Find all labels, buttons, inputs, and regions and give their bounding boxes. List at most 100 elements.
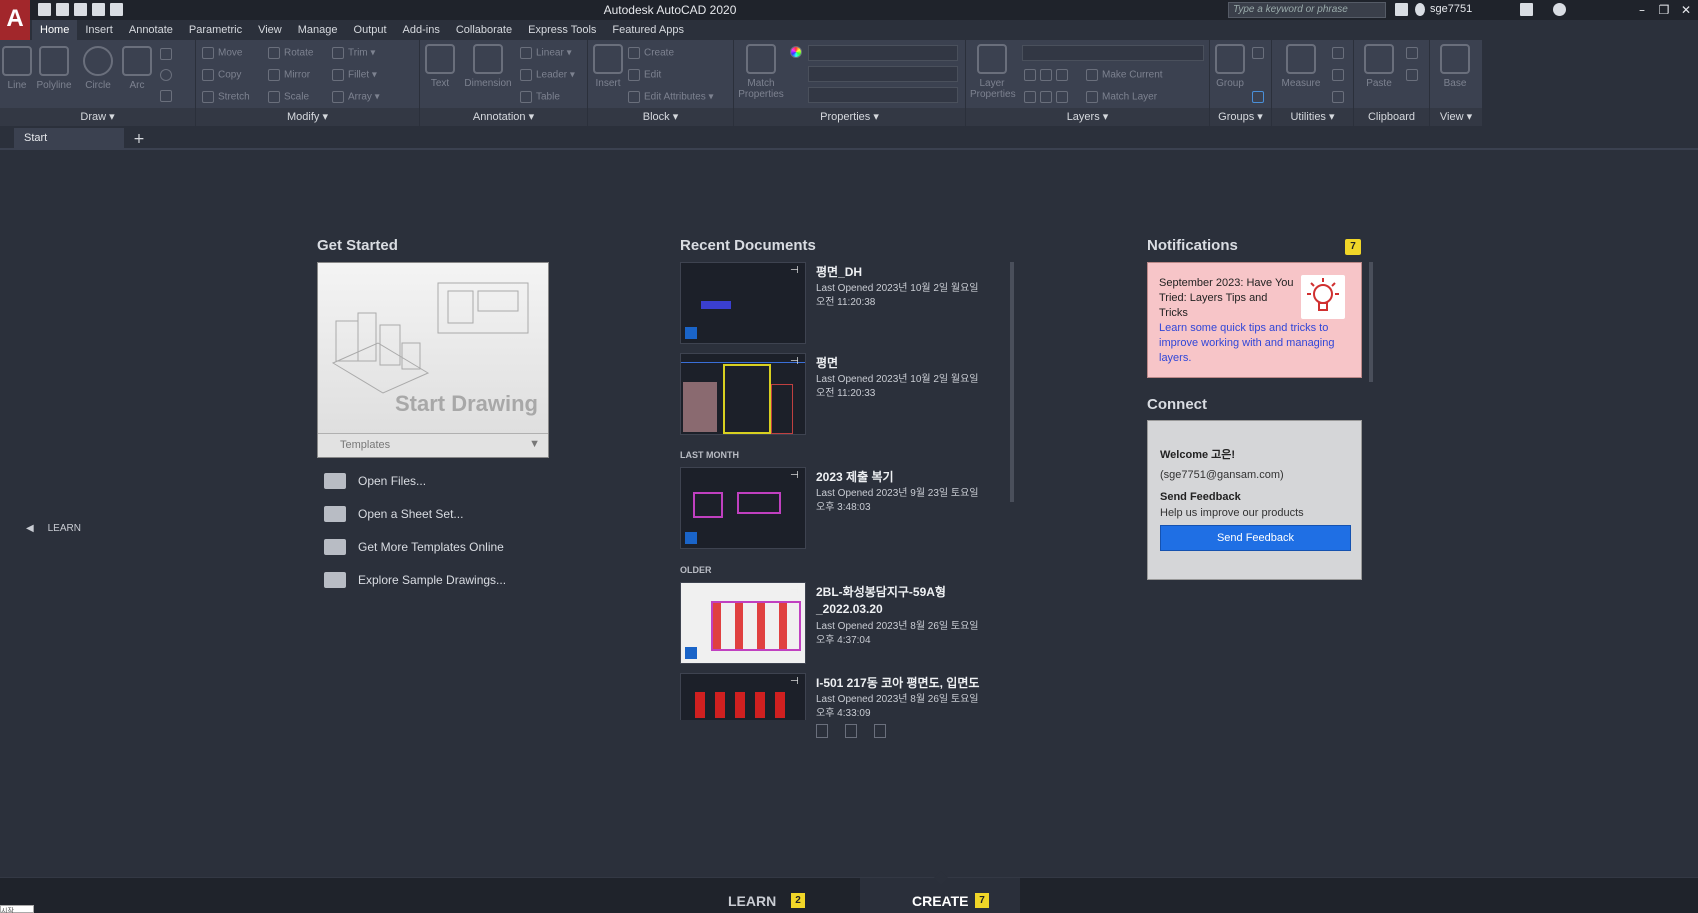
fillet-tool[interactable]: Fillet ▾ [332, 69, 377, 81]
new-tab-button[interactable]: + [130, 130, 148, 148]
edit-block-tool[interactable]: Edit [628, 69, 661, 81]
ellipse-tool[interactable] [160, 69, 176, 81]
tab-view[interactable]: View [250, 20, 290, 40]
user-name[interactable]: sge7751 [1430, 3, 1472, 15]
rectangle-tool[interactable] [160, 48, 176, 60]
pin-icon[interactable]: ⊣ [790, 265, 799, 276]
match-layer-tool[interactable]: Match Layer [1086, 91, 1157, 103]
get-templates-link[interactable]: Get More Templates Online [324, 537, 504, 557]
create-block-tool[interactable]: Create [628, 47, 674, 59]
send-feedback-button[interactable]: Send Feedback [1160, 525, 1351, 551]
measure-tool[interactable]: Measure [1276, 44, 1326, 89]
dimension-tool[interactable]: Dimension [460, 44, 516, 89]
hatch-tool[interactable] [160, 90, 176, 102]
ungroup-tool[interactable] [1252, 47, 1268, 59]
notification-link[interactable]: Learn some quick tips and tricks to impr… [1159, 321, 1359, 366]
leader-tool[interactable]: Leader ▾ [520, 69, 575, 81]
move-tool[interactable]: Move [202, 47, 242, 59]
search-input[interactable]: Type a keyword or phrase [1228, 2, 1386, 18]
layer-off-tool[interactable] [1024, 69, 1072, 81]
tab-output[interactable]: Output [346, 20, 395, 40]
text-tool[interactable]: Text [424, 44, 456, 89]
tab-addins[interactable]: Add-ins [395, 20, 448, 40]
rotate-tool[interactable]: Rotate [268, 47, 313, 59]
tab-manage[interactable]: Manage [290, 20, 346, 40]
compact-view-icon[interactable] [874, 724, 887, 738]
table-tool[interactable]: Table [520, 91, 560, 103]
layer-lock-tool[interactable] [1024, 91, 1072, 103]
select-all-tool[interactable] [1332, 69, 1348, 81]
large-thumbnail-view-icon[interactable] [816, 724, 828, 738]
help-icon[interactable] [1553, 3, 1566, 16]
trim-tool[interactable]: Trim ▾ [332, 47, 375, 59]
edit-attributes-tool[interactable]: Edit Attributes ▾ [628, 91, 714, 103]
array-tool[interactable]: Array ▾ [332, 91, 380, 103]
copy-clip-tool[interactable] [1406, 69, 1422, 81]
panel-title-layers[interactable]: Layers ▾ [966, 108, 1209, 126]
paste-tool[interactable]: Paste [1358, 44, 1400, 89]
make-current-tool[interactable]: Make Current [1086, 69, 1163, 81]
stretch-tool[interactable]: Stretch [202, 91, 250, 103]
panel-title-utilities[interactable]: Utilities ▾ [1272, 108, 1353, 126]
layer-properties-tool[interactable]: Layer Properties [970, 44, 1016, 100]
people-icon[interactable] [1395, 3, 1408, 16]
close-button[interactable]: ✕ [1677, 2, 1695, 18]
insert-tool[interactable]: Insert [592, 44, 624, 89]
tab-home[interactable]: Home [32, 20, 78, 40]
notifications-scrollbar[interactable] [1369, 262, 1373, 382]
group-selection-tool[interactable] [1252, 91, 1268, 103]
panel-title-groups[interactable]: Groups ▾ [1210, 108, 1271, 126]
group-tool[interactable]: Group [1212, 44, 1248, 89]
color-dropdown[interactable] [808, 45, 958, 61]
application-menu-button[interactable]: A [0, 0, 30, 40]
cut-tool[interactable] [1406, 47, 1422, 59]
cart-icon[interactable] [1520, 3, 1533, 16]
minimize-button[interactable]: – [1633, 2, 1651, 18]
panel-title-modify[interactable]: Modify ▾ [196, 108, 419, 126]
pin-icon[interactable]: ⊣ [790, 585, 799, 596]
panel-title-properties[interactable]: Properties ▾ [734, 108, 965, 126]
learn-tab[interactable]: LEARN [728, 893, 776, 909]
sample-drawings-link[interactable]: Explore Sample Drawings... [324, 570, 506, 590]
learn-side-link[interactable]: ◀ LEARN [26, 523, 81, 534]
linear-tool[interactable]: Linear ▾ [520, 47, 572, 59]
notification-item[interactable]: September 2023: Have You Tried: Layers T… [1147, 262, 1362, 378]
tab-express-tools[interactable]: Express Tools [520, 20, 604, 40]
panel-title-draw[interactable]: Draw ▾ [0, 108, 195, 126]
linetype-dropdown[interactable] [808, 87, 958, 103]
panel-title-block[interactable]: Block ▾ [588, 108, 733, 126]
pin-icon[interactable]: ⊣ [790, 356, 799, 367]
scale-tool[interactable]: Scale [268, 91, 309, 103]
start-drawing-card[interactable]: Start Drawing Templates ▼ [317, 262, 549, 458]
lineweight-dropdown[interactable] [808, 66, 958, 82]
restore-button[interactable]: ❐ [1655, 2, 1673, 18]
open-sheet-set-link[interactable]: Open a Sheet Set... [324, 504, 463, 524]
open-files-link[interactable]: Open Files... [324, 471, 426, 491]
panel-title-clipboard[interactable]: Clipboard [1354, 108, 1429, 126]
polyline-tool[interactable]: Polyline [34, 46, 74, 91]
quick-select-tool[interactable] [1332, 47, 1348, 59]
circle-tool[interactable]: Circle [80, 46, 116, 91]
tab-parametric[interactable]: Parametric [181, 20, 250, 40]
recent-scrollbar[interactable] [1010, 262, 1014, 502]
match-properties-tool[interactable]: Match Properties [736, 44, 786, 100]
panel-title-view[interactable]: View ▾ [1430, 108, 1482, 126]
templates-dropdown[interactable]: Templates ▼ [318, 433, 548, 457]
create-tab[interactable]: CREATE [912, 893, 969, 909]
user-icon[interactable] [1415, 3, 1425, 16]
pin-icon[interactable]: ⊣ [790, 470, 799, 481]
tab-featured-apps[interactable]: Featured Apps [604, 20, 692, 40]
tab-start[interactable]: Start [14, 128, 124, 150]
pin-icon[interactable]: ⊣ [790, 676, 799, 687]
line-tool[interactable]: Line [2, 46, 32, 91]
base-view-tool[interactable]: Base [1434, 44, 1476, 89]
mirror-tool[interactable]: Mirror [268, 69, 310, 81]
panel-title-annotation[interactable]: Annotation ▾ [420, 108, 587, 126]
list-view-icon[interactable] [845, 724, 858, 738]
tab-collaborate[interactable]: Collaborate [448, 20, 520, 40]
layer-dropdown[interactable] [1022, 45, 1204, 61]
calculator-tool[interactable] [1332, 91, 1348, 103]
arc-tool[interactable]: Arc [122, 46, 152, 91]
tab-annotate[interactable]: Annotate [121, 20, 181, 40]
tab-insert[interactable]: Insert [77, 20, 121, 40]
